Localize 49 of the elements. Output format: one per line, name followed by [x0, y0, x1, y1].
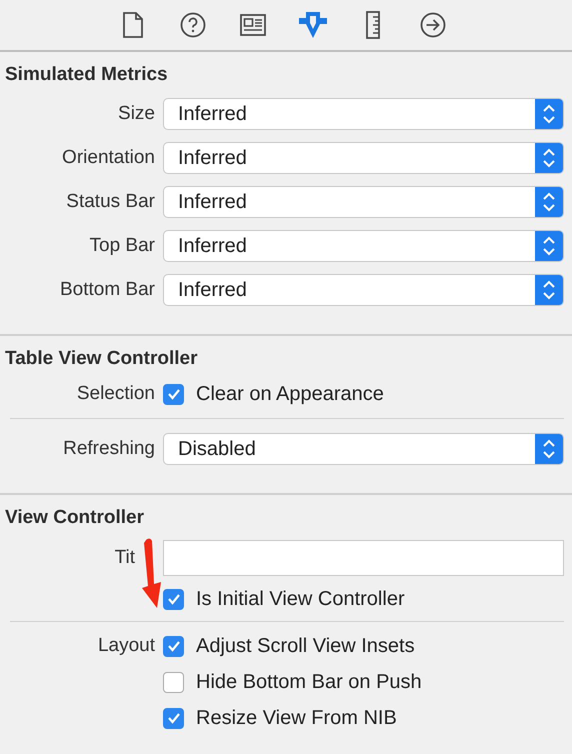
- popup-select[interactable]: Inferred: [163, 142, 564, 174]
- stepper-icon: [535, 187, 563, 217]
- field-label: Selection: [76, 383, 155, 405]
- field-label: Orientation: [61, 147, 155, 169]
- checkbox-label: Is Initial View Controller: [196, 588, 405, 610]
- checkmark-icon: [166, 712, 180, 724]
- stepper-icon: [535, 231, 563, 261]
- field-label: Status Bar: [65, 191, 155, 213]
- popup-select[interactable]: Disabled: [163, 433, 564, 465]
- field-label: Top Bar: [88, 235, 155, 257]
- stepper-icon: [535, 143, 563, 173]
- stepper-icon: [535, 275, 563, 305]
- shield-icon: [298, 11, 328, 39]
- stepper-icon: [535, 434, 563, 464]
- checkbox[interactable]: [163, 588, 184, 610]
- id-card-icon: [240, 14, 266, 36]
- checkmark-icon: [166, 640, 180, 652]
- popup-select[interactable]: Inferred: [163, 274, 564, 306]
- field-label: Tit: [114, 547, 135, 569]
- checkbox[interactable]: [163, 672, 184, 692]
- section-header: Simulated Metrics: [4, 63, 169, 87]
- inspector-tab[interactable]: [418, 10, 448, 40]
- inspector-tab[interactable]: [298, 10, 328, 40]
- checkbox[interactable]: [163, 708, 184, 728]
- popup-select[interactable]: Inferred: [163, 230, 564, 262]
- checkmark-icon: [166, 388, 180, 400]
- field-label: Refreshing: [62, 438, 155, 460]
- section-header: View Controller: [4, 506, 146, 530]
- checkmark-icon: [166, 593, 180, 605]
- pointer-arrow: [141, 538, 162, 608]
- ruler-icon: [366, 11, 380, 39]
- checkbox[interactable]: [163, 384, 184, 404]
- checkbox-label: Clear on Appearance: [196, 382, 384, 406]
- document-icon: [123, 12, 143, 38]
- inspector-tab[interactable]: [178, 10, 208, 40]
- section-header: Table View Controller: [4, 347, 199, 371]
- field-label: Size: [117, 103, 155, 125]
- checkbox-label: Resize View From NIB: [196, 706, 397, 730]
- field-label: Bottom Bar: [58, 279, 155, 301]
- checkbox[interactable]: [163, 636, 184, 656]
- popup-select[interactable]: Inferred: [163, 98, 564, 130]
- help-icon: [180, 12, 206, 38]
- arrow-circle-icon: [420, 12, 446, 38]
- field-label: Layout: [96, 635, 155, 657]
- checkbox-label: Hide Bottom Bar on Push: [196, 670, 422, 694]
- popup-select[interactable]: Inferred: [163, 186, 564, 218]
- stepper-icon: [535, 99, 563, 129]
- text-field[interactable]: [163, 540, 564, 576]
- checkbox-label: Adjust Scroll View Insets: [196, 634, 415, 658]
